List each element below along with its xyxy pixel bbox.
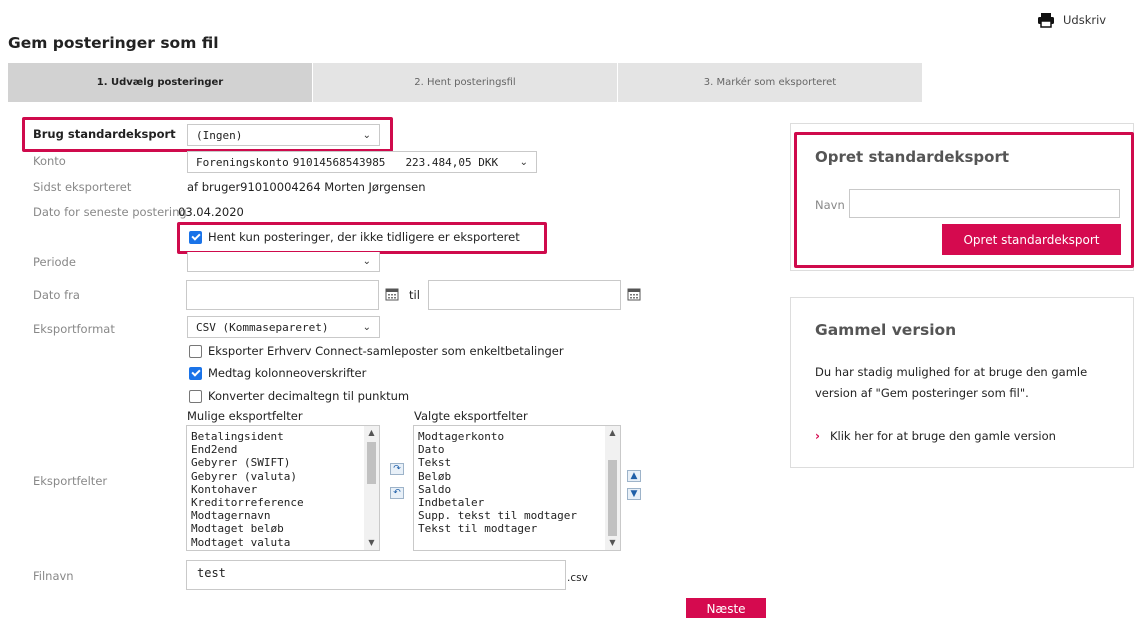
scroll-down-icon[interactable]: ▼	[364, 536, 379, 550]
date-to-label: til	[409, 288, 420, 302]
calendar-icon[interactable]	[627, 287, 641, 304]
chevron-down-icon: ⌄	[519, 156, 528, 168]
move-right-icon[interactable]: ↷	[390, 463, 404, 475]
account-balance: 223.484,05 DKK	[405, 155, 499, 169]
export-format-value: CSV (Kommasepareret)	[196, 320, 329, 334]
latest-posting-date-label: Dato for seneste postering	[33, 205, 187, 219]
account-number: 91014568543985	[292, 155, 386, 169]
list-item[interactable]: Supp. tekst til modtager	[418, 509, 620, 522]
only-unexported-label: Hent kun posteringer, der ikke tidligere…	[208, 230, 520, 244]
old-version-title: Gammel version	[815, 321, 957, 339]
step-1-select-postings[interactable]: 1. Udvælg posteringer	[8, 63, 313, 102]
option-column-headers-label: Medtag kolonneoverskrifter	[208, 366, 367, 380]
available-fields-label: Mulige eksportfelter	[187, 409, 303, 423]
option-decimal-point-label: Konverter decimaltegn til punktum	[208, 389, 410, 403]
chevron-right-icon: ›	[815, 429, 820, 443]
print-label: Udskriv	[1063, 13, 1107, 27]
scrollbar[interactable]: ▲ ▼	[364, 426, 379, 550]
list-item[interactable]: Gebyrer (SWIFT)	[191, 456, 379, 469]
selected-fields-label: Valgte eksportfelter	[414, 409, 528, 423]
date-from-label: Dato fra	[33, 288, 80, 302]
step-2-fetch-file[interactable]: 2. Hent posteringsfil	[313, 63, 618, 102]
standard-export-label: Brug standardeksport	[33, 127, 176, 141]
chevron-down-icon: ⌄	[362, 256, 371, 267]
list-item[interactable]: Modtagernavn	[191, 509, 379, 522]
account-name: Foreningskonto	[196, 155, 289, 169]
list-item[interactable]: Kontohaver	[191, 483, 379, 496]
last-exported-value: af bruger91010004264 Morten Jørgensen	[187, 180, 426, 194]
move-left-icon[interactable]: ↶	[390, 487, 404, 499]
list-item[interactable]: Betalingsident	[191, 430, 379, 443]
old-version-text: Du har stadig mulighed for at bruge den …	[815, 365, 1088, 400]
filename-suffix: .csv	[567, 572, 588, 584]
selected-fields-list[interactable]: Modtagerkonto Dato Tekst Beløb Saldo Ind…	[413, 425, 621, 551]
old-version-link[interactable]: › Klik her for at bruge den gamle versio…	[815, 429, 1056, 443]
account-label: Konto	[33, 154, 66, 168]
list-item[interactable]: Modtaget valuta	[191, 536, 379, 549]
move-down-icon[interactable]: ▼	[627, 488, 641, 500]
filename-input[interactable]: test	[186, 560, 566, 590]
export-fields-label: Eksportfelter	[33, 474, 108, 488]
standard-name-input[interactable]	[849, 189, 1120, 218]
chevron-down-icon: ⌄	[362, 321, 371, 333]
scroll-down-icon[interactable]: ▼	[605, 536, 620, 550]
available-fields-list[interactable]: Betalingsident End2end Gebyrer (SWIFT) G…	[186, 425, 380, 551]
filename-value: test	[197, 566, 226, 580]
chevron-down-icon: ⌄	[362, 129, 371, 141]
filename-label: Filnavn	[33, 569, 74, 583]
scroll-up-icon[interactable]: ▲	[605, 426, 620, 440]
option-connect-batch-label: Eksporter Erhverv Connect-samleposter so…	[208, 344, 564, 358]
scrollbar[interactable]: ▲ ▼	[605, 426, 620, 550]
checkbox-checked-icon	[189, 230, 202, 244]
list-item[interactable]: Modtagerkonto	[418, 430, 620, 443]
list-item[interactable]: Kreditorreference	[191, 496, 379, 509]
checkbox-unchecked-icon	[189, 344, 202, 358]
list-item[interactable]: Tekst til modtager	[418, 522, 620, 535]
list-item[interactable]: Dato	[418, 443, 620, 456]
standard-export-value: (Ingen)	[196, 128, 243, 142]
list-item[interactable]: Gebyrer (valuta)	[191, 470, 379, 483]
checkbox-checked-icon	[189, 366, 202, 380]
period-label: Periode	[33, 255, 76, 269]
option-column-headers-checkbox[interactable]: Medtag kolonneoverskrifter	[189, 366, 366, 380]
scrollbar-thumb[interactable]	[608, 460, 617, 536]
create-standard-button[interactable]: Opret standardeksport	[942, 224, 1121, 255]
date-from-input[interactable]	[186, 280, 379, 310]
checkbox-unchecked-icon	[189, 389, 202, 403]
list-item[interactable]: Tekst	[418, 456, 620, 469]
calendar-icon[interactable]	[385, 287, 399, 304]
list-item[interactable]: Indbetaler	[418, 496, 620, 509]
list-item[interactable]: Modtaget beløb	[191, 522, 379, 535]
print-link[interactable]: Udskriv	[1037, 12, 1106, 28]
next-button[interactable]: Næste	[686, 598, 766, 618]
last-exported-label: Sidst eksporteret	[33, 180, 132, 194]
step-3-mark-exported[interactable]: 3. Markér som eksporteret	[618, 63, 922, 102]
option-decimal-point-checkbox[interactable]: Konverter decimaltegn til punktum	[189, 389, 409, 403]
list-item[interactable]: Beløb	[418, 470, 620, 483]
move-up-icon[interactable]: ▲	[627, 470, 641, 482]
scrollbar-thumb[interactable]	[367, 442, 376, 484]
create-standard-title: Opret standardeksport	[815, 148, 1010, 166]
export-format-label: Eksportformat	[33, 322, 115, 336]
step-tabs: 1. Udvælg posteringer 2. Hent posterings…	[8, 63, 922, 102]
latest-posting-date-value: 03.04.2020	[178, 205, 244, 219]
page-title: Gem posteringer som fil	[8, 34, 219, 52]
printer-icon	[1037, 12, 1055, 28]
name-label: Navn	[815, 198, 845, 212]
account-select[interactable]: Foreningskonto 91014568543985 223.484,05…	[187, 151, 537, 173]
old-version-link-label: Klik her for at bruge den gamle version	[829, 429, 1056, 443]
standard-export-select[interactable]: (Ingen) ⌄	[187, 124, 380, 146]
date-to-input[interactable]	[428, 280, 621, 310]
only-unexported-checkbox[interactable]: Hent kun posteringer, der ikke tidligere…	[189, 230, 520, 244]
scroll-up-icon[interactable]: ▲	[364, 426, 379, 440]
list-item[interactable]: End2end	[191, 443, 379, 456]
export-format-select[interactable]: CSV (Kommasepareret) ⌄	[187, 316, 380, 338]
period-select[interactable]: ⌄	[187, 252, 380, 272]
list-item[interactable]: Saldo	[418, 483, 620, 496]
option-connect-batch-checkbox[interactable]: Eksporter Erhverv Connect-samleposter so…	[189, 344, 564, 358]
